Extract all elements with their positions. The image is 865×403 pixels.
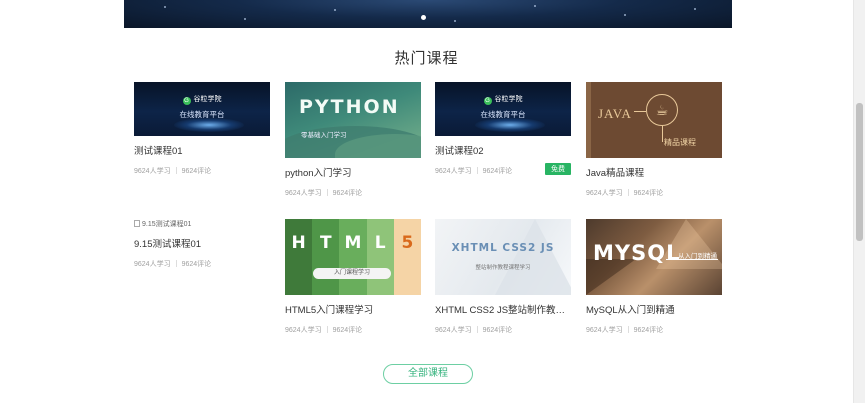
thumbnail-subtitle: 零基础入门学习	[301, 132, 347, 139]
course-stats: 9624人学习 9624评论	[134, 260, 212, 268]
free-badge: 免费	[545, 163, 571, 175]
course-title[interactable]: XHTML CSS2 JS整站制作教程课程学习	[435, 302, 571, 316]
course-thumbnail[interactable]: JAVA ☕ 精品课程	[586, 82, 722, 158]
course-title[interactable]: python入门学习	[285, 165, 421, 179]
thumbnail-heading: PYTHON	[299, 96, 400, 118]
brand-logo: G 谷粒学院	[483, 96, 523, 105]
thumbnail-heading: XHTML CSS2 JS	[451, 242, 555, 254]
course-card[interactable]: G 谷粒学院 在线教育平台 测试课程01 9624人学习 9624评论	[134, 82, 270, 176]
coffee-cup-icon: ☕	[646, 94, 678, 126]
hero-banner[interactable]	[124, 0, 732, 28]
course-card[interactable]: JAVA ☕ 精品课程 Java精品课程 9624人学习 9624评论	[586, 82, 722, 198]
course-stats: 9624人学习 9624评论	[285, 189, 363, 197]
course-card[interactable]: XHTML CSS2 JS 整站制作教程课程学习 XHTML CSS2 JS整站…	[435, 219, 571, 335]
course-card[interactable]: PYTHON 零基础入门学习 python入门学习 9624人学习 9624评论	[285, 82, 421, 198]
course-thumbnail[interactable]: XHTML CSS2 JS 整站制作教程课程学习	[435, 219, 571, 295]
page-scrollbar[interactable]	[853, 0, 865, 403]
course-title[interactable]: Java精品课程	[586, 165, 722, 179]
course-stats: 9624人学习 9624评论	[134, 167, 212, 175]
course-title[interactable]: 测试课程02	[435, 143, 571, 157]
course-thumbnail[interactable]: H T M L 5 入门课程学习	[285, 219, 421, 295]
brand-logo: G 谷粒学院	[182, 96, 222, 105]
course-stats: 9624人学习 9624评论	[435, 326, 513, 334]
course-thumbnail[interactable]: G 谷粒学院 在线教育平台	[435, 82, 571, 136]
carousel-dot[interactable]	[421, 15, 426, 20]
course-title[interactable]: MySQL从入门到精通	[586, 302, 722, 316]
thumbnail-subtitle: 整站制作教程课程学习	[475, 265, 531, 271]
thumbnail-subtitle: 精品课程	[664, 138, 696, 147]
thumbnail-heading: JAVA	[598, 106, 632, 121]
course-title[interactable]: 测试课程01	[134, 143, 270, 157]
course-card[interactable]: H T M L 5 入门课程学习 HTML5入门课程学习 9624人学习 9624…	[285, 219, 421, 335]
scrollbar-thumb[interactable]	[856, 103, 863, 241]
course-title[interactable]: 9.15测试课程01	[134, 236, 270, 250]
thumbnail-subtitle: 入门课程学习	[313, 268, 391, 279]
course-thumbnail[interactable]: PYTHON 零基础入门学习	[285, 82, 421, 158]
course-card[interactable]: 9.15测试课程01 9.15测试课程01 9624人学习 9624评论	[134, 219, 270, 269]
broken-image-icon	[134, 220, 140, 227]
course-thumbnail[interactable]: G 谷粒学院 在线教育平台	[134, 82, 270, 136]
course-stats: 9624人学习 9624评论	[586, 189, 664, 197]
course-stats: 9624人学习 9624评论	[586, 326, 664, 334]
course-card[interactable]: G 谷粒学院 在线教育平台 测试课程02 9624人学习 9624评论 免费	[435, 82, 571, 176]
broken-image[interactable]: 9.15测试课程01	[134, 219, 270, 230]
thumbnail-heading: MYSQL	[593, 241, 681, 265]
course-stats: 9624人学习 9624评论	[285, 326, 363, 334]
course-card[interactable]: MYSQL 从入门到精通 MySQL从入门到精通 9624人学习 9624评论	[586, 219, 722, 335]
course-title[interactable]: HTML5入门课程学习	[285, 302, 421, 316]
all-courses-button[interactable]: 全部课程	[383, 364, 473, 384]
section-title: 热门课程	[394, 50, 459, 67]
course-thumbnail[interactable]: MYSQL 从入门到精通	[586, 219, 722, 295]
